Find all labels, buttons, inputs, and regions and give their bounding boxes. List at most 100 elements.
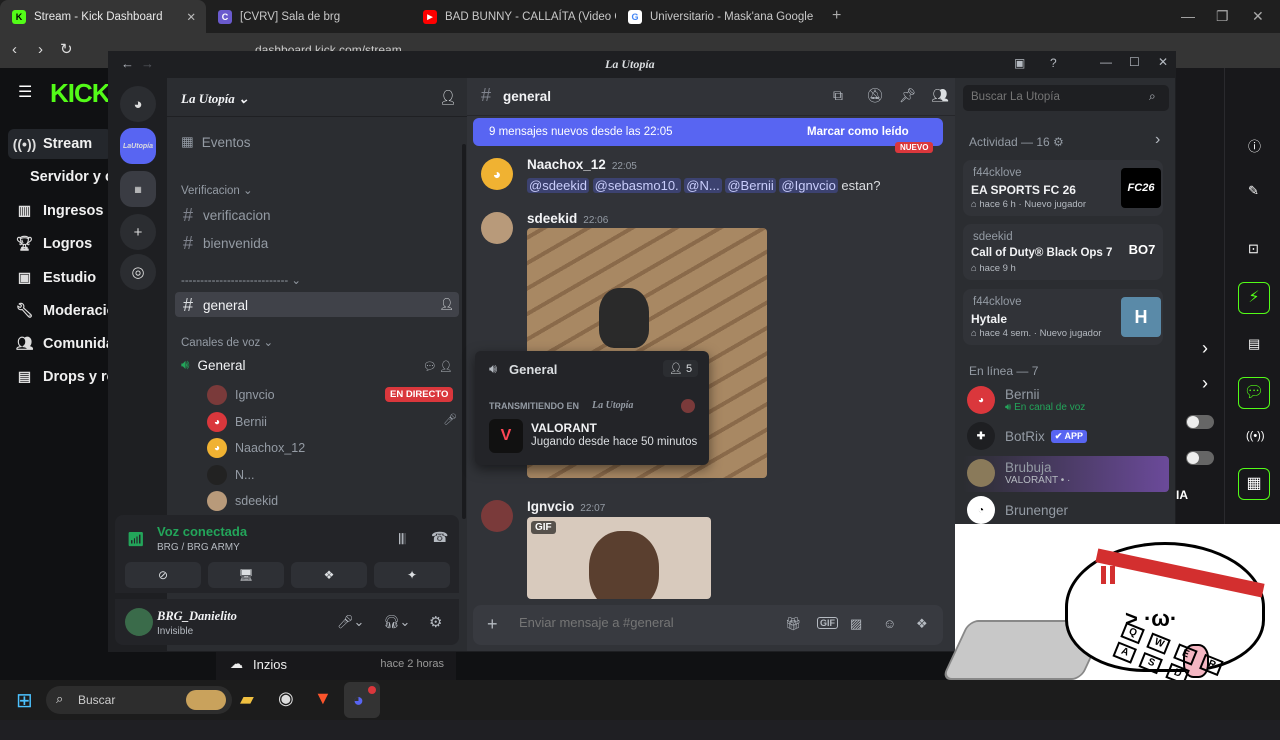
- flash-button[interactable]: ⚡︎: [1238, 282, 1270, 314]
- category-verification[interactable]: Verificacion ⌄: [181, 183, 253, 197]
- mark-read-button[interactable]: Marcar como leído: [807, 126, 909, 138]
- minimize-icon[interactable]: —: [1100, 55, 1112, 69]
- chevron-right-icon[interactable]: ›: [1202, 338, 1208, 359]
- maximize-icon[interactable]: ☐: [1129, 55, 1140, 69]
- headphones-icon[interactable]: 🎧︎⌄: [383, 614, 410, 630]
- channel-events[interactable]: ▦ Eventos: [181, 134, 251, 150]
- add-attachment-icon[interactable]: +: [487, 614, 498, 635]
- activity-card-bo7[interactable]: sdeekid Call of Duty® Black Ops 7 ⌂ hace…: [963, 224, 1163, 280]
- channel-bienvenida[interactable]: # bienvenida: [181, 233, 268, 254]
- emoji-icon[interactable]: ☺: [883, 616, 896, 631]
- screen-share-button[interactable]: 🖥︎: [208, 562, 284, 588]
- nav-estudio[interactable]: ▣ Estudio: [16, 269, 96, 286]
- nav-stream[interactable]: ((•)) Stream: [13, 135, 92, 152]
- help-icon[interactable]: ?: [1050, 56, 1057, 70]
- tab-cvrv[interactable]: C [CVRV] Sala de brg: [206, 0, 411, 33]
- settings-gear-icon[interactable]: ⚙: [429, 613, 442, 631]
- add-server-icon[interactable]: +: [120, 214, 156, 250]
- discord-home-button[interactable]: ◕: [120, 86, 156, 122]
- gift-icon[interactable]: 🎁︎: [785, 616, 802, 632]
- camera-icon[interactable]: ⊡: [1248, 241, 1259, 257]
- soundboard-button[interactable]: ✦: [374, 562, 450, 588]
- broadcast-icon[interactable]: ((•)): [1246, 430, 1265, 442]
- minimize-icon[interactable]: —: [1181, 8, 1195, 24]
- toggle-switch[interactable]: [1186, 451, 1214, 465]
- browser-icon[interactable]: ◉: [278, 688, 294, 709]
- maximize-icon[interactable]: ❐: [1216, 8, 1229, 25]
- add-member-icon[interactable]: 👤︎: [439, 89, 457, 106]
- new-tab-icon[interactable]: +: [832, 7, 841, 25]
- server-la-utopia[interactable]: LaUtopía: [120, 128, 156, 164]
- camera-off-button[interactable]: ⊘: [125, 562, 201, 588]
- explore-icon[interactable]: ◎: [120, 254, 156, 290]
- apps-icon[interactable]: ❖: [916, 616, 928, 632]
- scrollbar[interactable]: [462, 144, 466, 519]
- invite-icon[interactable]: 👤︎: [439, 360, 453, 373]
- layout-button[interactable]: ▦: [1238, 468, 1270, 500]
- search-input[interactable]: [971, 91, 1141, 103]
- channel-verificacion[interactable]: # verificacion: [181, 205, 271, 226]
- brave-icon[interactable]: ▼: [314, 688, 332, 709]
- gif-picker-icon[interactable]: GIF: [817, 617, 838, 629]
- close-tab-icon[interactable]: ✕: [186, 10, 196, 24]
- back-icon[interactable]: ‹: [12, 41, 17, 58]
- pin-icon[interactable]: 📌︎: [899, 87, 917, 104]
- kick-logo[interactable]: KICK: [50, 78, 111, 109]
- nav-servidor[interactable]: Servidor y c: [30, 169, 113, 185]
- tab-kick-dashboard[interactable]: K Stream - Kick Dashboard ✕: [0, 0, 206, 33]
- new-messages-banner[interactable]: 9 mensajes nuevos desde las 22:05 Marcar…: [473, 118, 943, 146]
- nav-ingresos[interactable]: ▥ Ingresos: [16, 202, 104, 219]
- close-window-icon[interactable]: ✕: [1252, 8, 1264, 25]
- voice-user-sdeekid[interactable]: sdeekid: [207, 491, 278, 511]
- chat-button[interactable]: 💬︎: [1238, 377, 1270, 409]
- activity-header[interactable]: Actividad — 16 ⚙: [969, 135, 1064, 149]
- tab-google[interactable]: G Universitario - Mask'ana Google: [616, 0, 821, 33]
- chat-bubble-icon[interactable]: 💬︎: [423, 360, 437, 373]
- voice-user-ignvcio[interactable]: Ignvcio: [207, 385, 275, 405]
- sticker-icon[interactable]: ▨: [850, 616, 862, 632]
- member-botrix[interactable]: ✚ BotRix ✔ APP: [967, 422, 1087, 450]
- member-bernii[interactable]: ◕ Bernii 🔊︎ En canal de voz: [967, 386, 1085, 414]
- notes-icon[interactable]: ▤: [1248, 336, 1260, 352]
- activity-card-fc26[interactable]: f44cklove EA SPORTS FC 26 ⌂ hace 6 h · N…: [963, 160, 1163, 216]
- tab-youtube[interactable]: ▶ BAD BUNNY - CALLAÍTA (Video Ofici: [411, 0, 616, 33]
- activity-card-hytale[interactable]: f44cklove Hytale ⌂ hace 4 sem. · Nuevo j…: [963, 289, 1163, 345]
- voice-user-bernii[interactable]: ◕ Bernii: [207, 412, 267, 432]
- nav-drops[interactable]: ▤ Drops y re: [16, 368, 115, 385]
- toggle-switch[interactable]: [1186, 415, 1214, 429]
- nav-logros[interactable]: 🏆︎ Logros: [16, 235, 93, 252]
- member-list-icon[interactable]: 👥︎: [931, 87, 949, 104]
- nav-comunidad[interactable]: 👥︎ Comunida: [16, 335, 114, 352]
- avatar[interactable]: ◕: [481, 158, 513, 190]
- voice-user-naachox[interactable]: ◕ Naachox_12: [207, 438, 305, 458]
- category-voice[interactable]: Canales de voz ⌄: [181, 335, 273, 349]
- monkey-gif[interactable]: GIF: [527, 517, 711, 599]
- taskbar-search[interactable]: ⌕ Buscar: [46, 686, 232, 714]
- inbox-icon[interactable]: ▣: [1014, 56, 1025, 70]
- microphone-icon[interactable]: 🎤︎⌄: [337, 614, 364, 630]
- noise-suppression-icon[interactable]: 𝄃𝄃: [399, 531, 405, 548]
- voice-user-n[interactable]: N...: [207, 465, 254, 485]
- voice-channel-general[interactable]: 🔊︎ General: [181, 357, 246, 373]
- windows-start-icon[interactable]: ⊞: [16, 688, 33, 713]
- search-box[interactable]: ⌕: [963, 85, 1169, 111]
- invite-icon[interactable]: 👤︎: [439, 297, 454, 311]
- server-folder[interactable]: ▦: [120, 171, 156, 207]
- threads-icon[interactable]: ⧉: [833, 87, 843, 104]
- avatar[interactable]: [125, 608, 153, 636]
- hamburger-menu-icon[interactable]: ☰: [18, 82, 32, 102]
- avatar[interactable]: [481, 212, 513, 244]
- channel-general[interactable]: # general: [181, 295, 248, 316]
- back-arrow-icon[interactable]: ←: [121, 56, 134, 71]
- discord-taskbar-active[interactable]: ◕: [344, 682, 380, 718]
- info-icon[interactable]: ⓘ: [1248, 136, 1261, 155]
- edit-icon[interactable]: ✎: [1248, 183, 1259, 199]
- message-input[interactable]: [519, 615, 759, 630]
- server-name-header[interactable]: La Utopía ⌄: [181, 91, 249, 107]
- avatar[interactable]: [481, 500, 513, 532]
- member-brunenger[interactable]: ◔ Brunenger: [967, 496, 1068, 524]
- chevron-right-icon[interactable]: ›: [1202, 373, 1208, 394]
- disconnect-icon[interactable]: ☎: [431, 529, 448, 546]
- chevron-right-icon[interactable]: ›: [1155, 131, 1160, 149]
- notifications-muted-icon[interactable]: 🔕︎: [866, 87, 884, 104]
